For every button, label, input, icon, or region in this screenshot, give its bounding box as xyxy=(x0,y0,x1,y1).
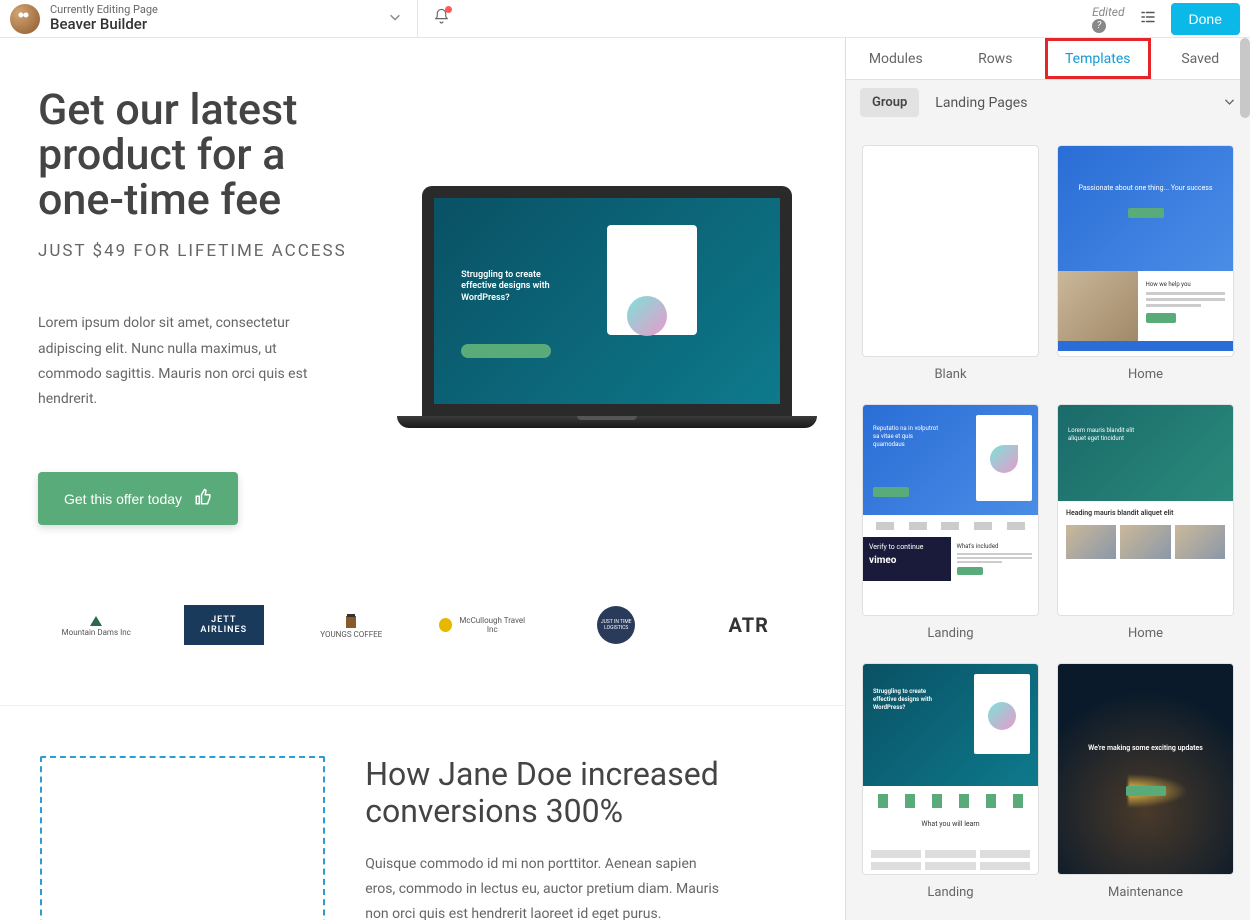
top-bar-right: Edited ? Done xyxy=(1092,3,1240,35)
group-value: Landing Pages xyxy=(919,95,1223,111)
template-thumb: We're making some exciting updates xyxy=(1057,663,1234,875)
template-blank[interactable]: Blank xyxy=(862,145,1039,382)
template-label: Maintenance xyxy=(1057,885,1234,900)
top-bar: Currently Editing Page Beaver Builder Ed… xyxy=(0,0,1250,38)
template-label: Home xyxy=(1057,626,1234,641)
notifications-bell-icon[interactable] xyxy=(433,8,450,29)
hero-section: Get our latest product for a one-time fe… xyxy=(0,38,845,565)
done-button[interactable]: Done xyxy=(1171,3,1240,35)
template-landing-2[interactable]: Struggling to create effective designs w… xyxy=(862,663,1039,900)
logo-label: JETT AIRLINES xyxy=(190,615,258,635)
tab-rows[interactable]: Rows xyxy=(946,38,1046,79)
logo-just-in-time: JUST IN TIME LOGISTICS xyxy=(571,605,661,645)
hero-body[interactable]: Lorem ipsum dolor sit amet, consectetur … xyxy=(38,311,328,412)
logo-label: JUST IN TIME LOGISTICS xyxy=(597,619,635,631)
logo-jett-airlines: JETT AIRLINES xyxy=(184,605,264,645)
group-selector[interactable]: Group Landing Pages xyxy=(846,80,1250,125)
logo-atr: ATR xyxy=(704,605,794,645)
thumb-text: We're making some exciting updates xyxy=(1058,744,1233,752)
scrollbar[interactable] xyxy=(1240,38,1250,118)
travel-dot-icon xyxy=(439,618,452,632)
logo-label: YOUNGS COFFEE xyxy=(320,630,382,639)
template-thumb: Reputatio na in volputrot sa vitae et qu… xyxy=(862,404,1039,616)
panel-tabs: Modules Rows Templates Saved xyxy=(846,38,1250,80)
thumb-text: Verify to continue xyxy=(869,543,945,551)
title-block[interactable]: Currently Editing Page Beaver Builder xyxy=(50,4,158,34)
logo-label: Mountain Dams Inc xyxy=(62,628,131,637)
template-label: Landing xyxy=(862,626,1039,641)
divider xyxy=(417,0,418,38)
logo-label: McCullough Travel Inc xyxy=(456,616,529,634)
logo-mountain-dams: Mountain Dams Inc xyxy=(51,605,141,645)
tab-modules[interactable]: Modules xyxy=(846,38,946,79)
title-dropdown-chevron-icon[interactable] xyxy=(388,9,402,28)
hero-cta-button[interactable]: Get this offer today xyxy=(38,472,238,525)
template-label: Landing xyxy=(862,885,1039,900)
thumb-text: Passionate about one thing... Your succe… xyxy=(1070,184,1221,192)
thumb-text: What's included xyxy=(957,543,1033,550)
thumb-text: vimeo xyxy=(869,555,945,566)
laptop-text: Struggling to create effective designs w… xyxy=(461,270,571,305)
thumb-text: Reputatio na in volputrot sa vitae et qu… xyxy=(873,425,943,448)
edited-label: Edited xyxy=(1092,5,1124,19)
logo-youngs-coffee: YOUNGS COFFEE xyxy=(306,605,396,645)
notification-dot-icon xyxy=(445,6,452,13)
hero-laptop-image[interactable]: Struggling to create effective designs w… xyxy=(422,186,792,428)
laptop-cta xyxy=(461,344,551,358)
cta-label: Get this offer today xyxy=(64,491,182,507)
logo-label: ATR xyxy=(729,613,769,637)
template-thumb: Struggling to create effective designs w… xyxy=(862,663,1039,875)
help-icon[interactable]: ? xyxy=(1092,19,1106,33)
templates-grid: Blank Passionate about one thing... Your… xyxy=(846,125,1250,920)
thumb-text: How we help you xyxy=(1146,281,1226,288)
hero-subheading[interactable]: JUST $49 FOR LIFETIME ACCESS xyxy=(38,241,378,261)
outline-panel-icon[interactable] xyxy=(1139,8,1157,30)
thumbs-up-icon xyxy=(194,488,212,509)
case-study-image-dropzone[interactable] xyxy=(40,756,325,920)
template-thumb xyxy=(862,145,1039,357)
case-study-heading[interactable]: How Jane Doe increased conversions 300% xyxy=(365,756,805,830)
edited-status: Edited ? xyxy=(1092,5,1124,33)
template-thumb: Passionate about one thing... Your succe… xyxy=(1057,145,1234,357)
case-study-body[interactable]: Quisque commodo id mi non porttitor. Aen… xyxy=(365,852,725,920)
thumb-text: Struggling to create effective designs w… xyxy=(873,688,943,711)
template-label: Blank xyxy=(862,367,1039,382)
thumb-text: Lorem mauris blandit elit aliquet eget t… xyxy=(1068,427,1148,443)
hero-heading[interactable]: Get our latest product for a one-time fe… xyxy=(38,88,378,223)
beaver-logo-icon xyxy=(10,4,40,34)
thumb-text: Heading mauris blandit aliquet elit xyxy=(1058,501,1233,525)
top-bar-left: Currently Editing Page Beaver Builder xyxy=(10,0,1092,38)
thumb-text: What you will learn xyxy=(863,816,1038,846)
template-maintenance[interactable]: We're making some exciting updates Maint… xyxy=(1057,663,1234,900)
chevron-down-icon xyxy=(1223,93,1236,112)
template-thumb: Lorem mauris blandit elit aliquet eget t… xyxy=(1057,404,1234,616)
editor-canvas[interactable]: Get our latest product for a one-time fe… xyxy=(0,38,845,920)
template-label: Home xyxy=(1057,367,1234,382)
logos-strip[interactable]: Mountain Dams Inc JETT AIRLINES YOUNGS C… xyxy=(0,565,845,705)
tab-templates[interactable]: Templates xyxy=(1045,38,1151,79)
template-home-1[interactable]: Passionate about one thing... Your succe… xyxy=(1057,145,1234,382)
tab-saved[interactable]: Saved xyxy=(1151,38,1250,79)
content-panel: Modules Rows Templates Saved Group Landi… xyxy=(845,38,1250,920)
page-title: Beaver Builder xyxy=(50,16,158,33)
template-home-2[interactable]: Lorem mauris blandit elit aliquet eget t… xyxy=(1057,404,1234,641)
case-study-section: How Jane Doe increased conversions 300% … xyxy=(0,705,845,920)
template-landing-1[interactable]: Reputatio na in volputrot sa vitae et qu… xyxy=(862,404,1039,641)
group-label: Group xyxy=(860,88,919,117)
logo-mccullough-travel: McCullough Travel Inc xyxy=(439,605,529,645)
